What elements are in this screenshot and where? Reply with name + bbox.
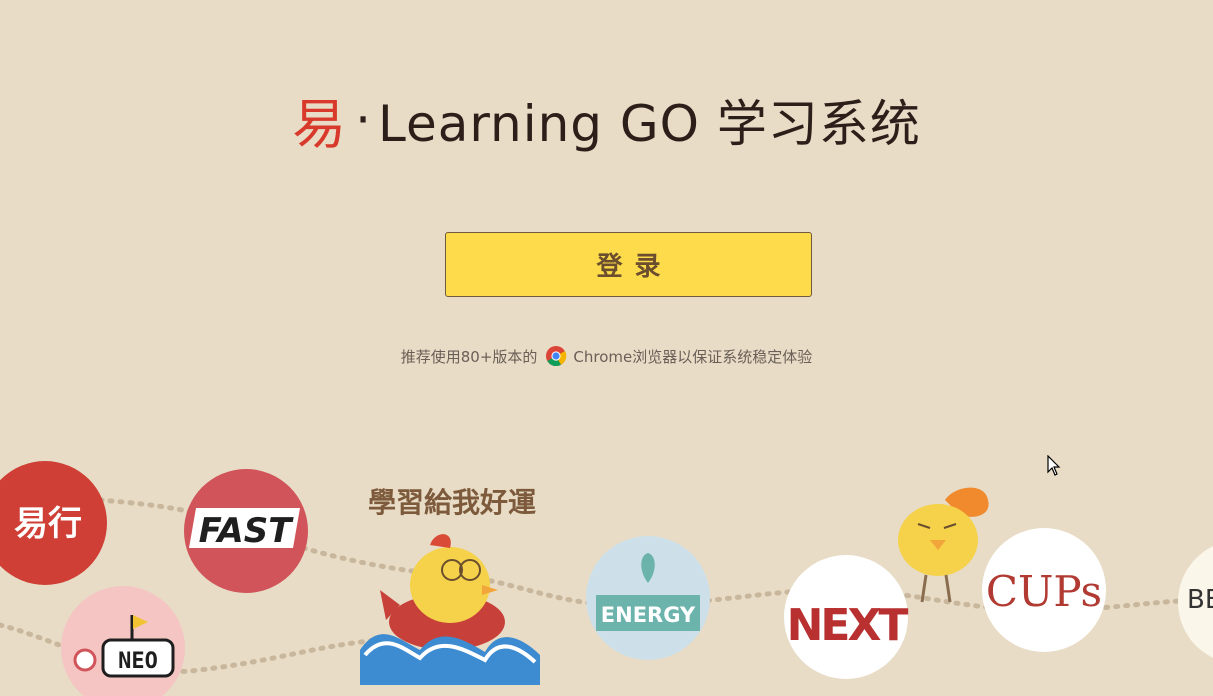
badge-neo: NEO (61, 586, 185, 696)
badge-neo-label: NEO (118, 649, 158, 674)
decorative-scene: 易行 FAST NEO 學習給我好運 ENERGY NEXT CUPs B (0, 461, 1213, 696)
badge-energy-label: ENERGY (601, 603, 696, 627)
slogan-text: 學習給我好運 (368, 486, 536, 519)
badge-fast: FAST (184, 469, 308, 593)
badge-next: NEXT (784, 555, 911, 679)
badge-be: BE (1178, 546, 1213, 658)
badge-yixing: 易行 (0, 461, 107, 585)
badge-yixing-label: 易行 (14, 504, 82, 544)
badge-cups: CUPs (982, 528, 1106, 652)
mouse-cursor-icon (1047, 454, 1061, 481)
badge-cups-label: CUPs (986, 567, 1102, 616)
badge-fast-label: FAST (199, 511, 295, 551)
badge-energy: ENERGY (586, 536, 710, 660)
badge-be-label: BE (1187, 585, 1213, 615)
badge-next-label: NEXT (787, 600, 909, 651)
rooster-illustration (898, 487, 989, 603)
